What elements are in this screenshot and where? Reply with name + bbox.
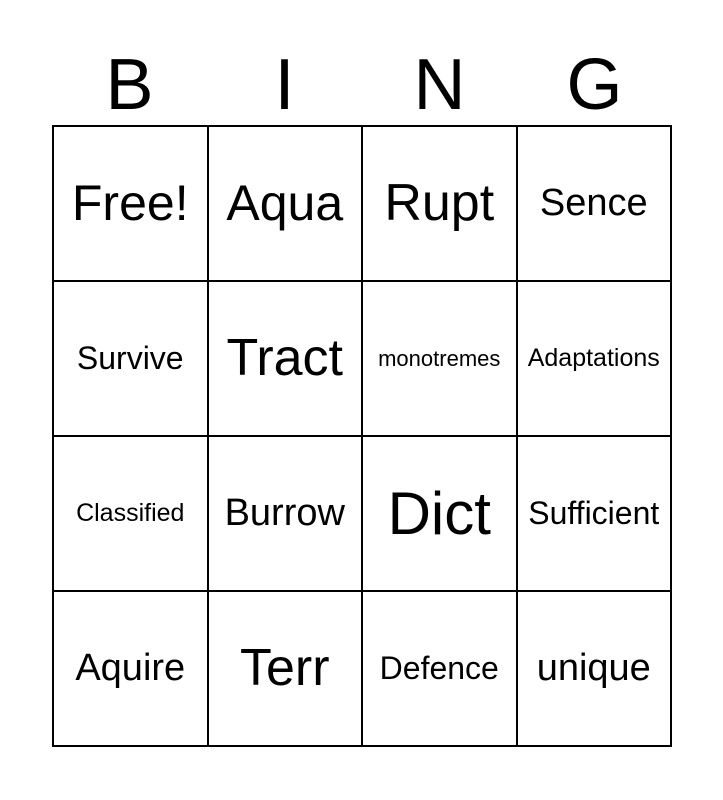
bingo-cell-label: Sence	[539, 181, 648, 224]
bingo-cell-label: Survive	[76, 339, 184, 376]
bingo-cell-label: Tract	[226, 329, 344, 388]
bingo-grid: Free! Aqua Rupt Sence Survive Tract mono…	[52, 125, 672, 747]
bingo-card: B I N G Free! Aqua Rupt Sence Survive Tr…	[0, 0, 723, 800]
bingo-cell[interactable]: Sence	[517, 127, 672, 282]
bingo-cell-label: Rupt	[384, 174, 495, 233]
bingo-cell[interactable]: monotremes	[363, 282, 518, 437]
bingo-cell-label: Aquire	[75, 646, 186, 689]
bingo-cell-label: Dict	[387, 480, 491, 547]
bingo-cell-label: Burrow	[224, 491, 345, 534]
header-letter-i: I	[274, 45, 295, 125]
bingo-cell[interactable]: Defence	[363, 592, 518, 747]
bingo-cell[interactable]: Dict	[363, 437, 518, 592]
bingo-cell-label: monotremes	[378, 345, 501, 371]
bingo-cell[interactable]: Tract	[208, 282, 363, 437]
bingo-cell-label: Sufficient	[528, 494, 660, 531]
bingo-cell[interactable]: Sufficient	[517, 437, 672, 592]
bingo-header: B I N G	[52, 40, 672, 122]
header-letter-n: N	[413, 45, 466, 125]
bingo-cell[interactable]: Burrow	[208, 437, 363, 592]
bingo-cell-label: Adaptations	[527, 344, 660, 373]
bingo-cell-label: unique	[536, 646, 651, 689]
bingo-cell-label: Free!	[71, 175, 189, 232]
bingo-cell[interactable]: Aquire	[54, 592, 209, 747]
bingo-cell[interactable]: unique	[517, 592, 672, 747]
bingo-cell[interactable]: Survive	[54, 282, 209, 437]
bingo-cell-label: Terr	[239, 639, 330, 698]
bingo-cell[interactable]: Aqua	[208, 127, 363, 282]
bingo-cell-label: Defence	[379, 649, 499, 686]
bingo-cell-label: Aqua	[226, 175, 344, 232]
bingo-cell[interactable]: Rupt	[363, 127, 518, 282]
bingo-cell[interactable]: Free!	[54, 127, 209, 282]
bingo-cell[interactable]: Adaptations	[517, 282, 672, 437]
bingo-cell[interactable]: Terr	[208, 592, 363, 747]
header-letter-g: G	[566, 45, 623, 125]
header-letter-b: B	[105, 45, 154, 125]
bingo-cell[interactable]: Classified	[54, 437, 209, 592]
bingo-cell-label: Classified	[76, 499, 185, 528]
